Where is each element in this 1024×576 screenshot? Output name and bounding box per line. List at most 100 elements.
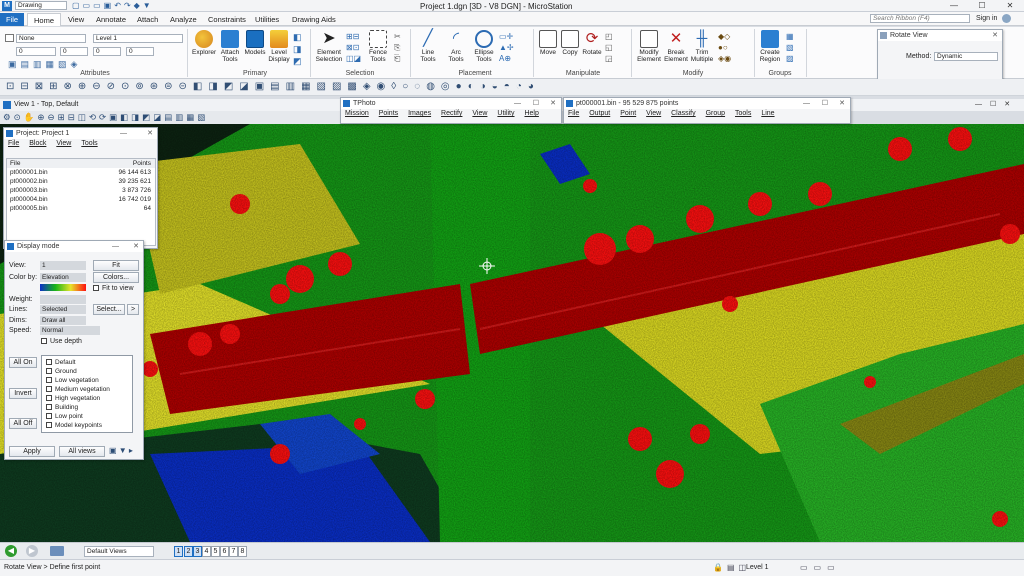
tab-analyze[interactable]: Analyze	[164, 13, 203, 26]
user-icon[interactable]	[1002, 14, 1011, 23]
back-icon[interactable]: ◀	[5, 545, 17, 557]
list-item[interactable]: High vegetation	[42, 394, 132, 403]
close-button[interactable]: ✕	[996, 0, 1024, 12]
all-views-button[interactable]: All views	[59, 446, 105, 457]
apply-button[interactable]: Apply	[9, 446, 55, 457]
list-item[interactable]: Medium vegetation	[42, 385, 132, 394]
view-control-icons[interactable]: ⚙⊙✋⊕⊖⊞⊟◫⟲⟳▣◧◨◩◪▤▥▦▧	[3, 112, 208, 123]
line-tools-button[interactable]: ╱ Line Tools	[415, 30, 441, 63]
trim-multiple-button[interactable]: ╫ Trim Multiple	[689, 30, 715, 63]
tab-view[interactable]: View	[62, 13, 90, 26]
tphoto-menu-rectify[interactable]: Rectify	[441, 110, 462, 117]
quick-access-icons[interactable]: ▢▭▭▣↶↷◆▼	[72, 1, 154, 10]
status-right-icons[interactable]: ▭▭▭	[800, 563, 841, 572]
pointcloud-close[interactable]: ✕	[839, 98, 845, 109]
pc-menu-classify[interactable]: Classify	[671, 110, 696, 117]
modify-element-button[interactable]: Modify Element	[634, 30, 664, 63]
tab-utilities[interactable]: Utilities	[249, 13, 285, 26]
status-level[interactable]: Level 1	[746, 564, 769, 571]
expand-button[interactable]: >	[127, 304, 139, 315]
tphoto-menu-mission[interactable]: Mission	[345, 110, 369, 117]
table-row[interactable]: pt000004.bin 16 742 019	[7, 195, 155, 204]
tab-home[interactable]: Home	[27, 13, 62, 26]
tphoto-menu-help[interactable]: Help	[524, 110, 538, 117]
fence-small-icons[interactable]: ✂ ⎘ ⎗	[394, 31, 401, 64]
tphoto-menu-view[interactable]: View	[472, 110, 487, 117]
tphoto-menu-points[interactable]: Points	[379, 110, 398, 117]
tab-attach[interactable]: Attach	[131, 13, 164, 26]
create-region-button[interactable]: Create Region	[757, 30, 783, 63]
ellipse-tools-button[interactable]: Ellipse Tools	[471, 30, 497, 63]
all-on-button[interactable]: All On	[9, 357, 37, 368]
line-weight-select[interactable]: 0	[93, 47, 121, 56]
break-element-button[interactable]: ✕ Break Element	[663, 30, 689, 63]
view-number-8[interactable]: 8	[238, 546, 247, 557]
tab-file[interactable]: File	[0, 13, 24, 26]
colors-button[interactable]: Colors...	[93, 272, 139, 283]
selection-small-icons[interactable]: ⊞⊟ ⊠⊡ ◫◪	[346, 31, 361, 64]
pc-menu-view[interactable]: View	[646, 110, 661, 117]
list-item[interactable]: Default	[42, 358, 132, 367]
explorer-button[interactable]: Explorer	[192, 30, 216, 56]
project-menu-block[interactable]: Block	[29, 140, 46, 147]
fit-to-view-checkbox[interactable]: Fit to view	[93, 285, 134, 292]
list-item[interactable]: Low vegetation	[42, 376, 132, 385]
project-menu-view[interactable]: View	[56, 140, 71, 147]
view-number-7[interactable]: 7	[229, 546, 238, 557]
views-folder-icon[interactable]	[50, 546, 64, 556]
minimize-button[interactable]: —	[940, 0, 968, 12]
search-ribbon-input[interactable]: Search Ribbon (F4)	[870, 14, 970, 23]
tab-drawing-aids[interactable]: Drawing Aids	[286, 13, 342, 26]
groups-small-icons[interactable]: ▦ ▧ ▨	[786, 31, 794, 64]
copy-button[interactable]: Copy	[560, 30, 580, 56]
view-toggle-icons[interactable]: ▣ ▼ ▸	[109, 446, 133, 455]
table-row[interactable]: pt000001.bin 96 144 613	[7, 168, 155, 177]
color-select[interactable]: None	[16, 34, 86, 43]
pointcloud-maximize[interactable]: ☐	[822, 98, 828, 109]
view-window-controls[interactable]: —☐✕	[975, 100, 1018, 108]
select-button[interactable]: Select...	[93, 304, 125, 315]
rotate-button[interactable]: ⟳ Rotate	[581, 30, 603, 56]
color-by-select[interactable]: Elevation	[40, 273, 86, 282]
weight-select[interactable]	[40, 295, 86, 304]
method-select[interactable]: Dynamic	[934, 52, 998, 61]
rotate-view-close[interactable]: ✕	[992, 30, 998, 41]
column-file[interactable]: File	[10, 159, 20, 168]
workflow-select[interactable]: Drawing	[15, 1, 67, 10]
list-item[interactable]: Ground	[42, 367, 132, 376]
tab-annotate[interactable]: Annotate	[90, 13, 132, 26]
tphoto-maximize[interactable]: ☐	[533, 98, 539, 109]
pc-menu-file[interactable]: File	[568, 110, 579, 117]
project-close[interactable]: ✕	[147, 128, 153, 139]
lines-select[interactable]: Selected	[40, 305, 86, 314]
attach-tools-button[interactable]: Attach Tools	[218, 30, 242, 63]
display-mode-close[interactable]: ✕	[133, 241, 139, 252]
maximize-button[interactable]: ☐	[968, 0, 996, 12]
table-row[interactable]: pt000002.bin 39 235 621	[7, 177, 155, 186]
models-button[interactable]: Models	[244, 30, 266, 56]
display-mode-minimize[interactable]: —	[112, 241, 119, 252]
project-minimize[interactable]: —	[120, 128, 127, 139]
view-number-5[interactable]: 5	[211, 546, 220, 557]
invert-button[interactable]: Invert	[9, 388, 37, 399]
fence-tools-button[interactable]: Fence Tools	[364, 30, 392, 63]
status-icons[interactable]: 🔒▤◫	[713, 563, 750, 572]
move-button[interactable]: Move	[537, 30, 559, 56]
project-menu-tools[interactable]: Tools	[81, 140, 97, 147]
speed-select[interactable]: Normal	[40, 326, 100, 335]
app-logo-icon[interactable]: M	[2, 1, 12, 11]
table-row[interactable]: pt000003.bin 3 873 726	[7, 186, 155, 195]
level-select[interactable]: Level 1	[93, 34, 183, 43]
view-number-4[interactable]: 4	[202, 546, 211, 557]
saved-views-select[interactable]: Default Views	[84, 546, 154, 557]
sign-in-link[interactable]: Sign in	[976, 15, 997, 22]
transparency-select[interactable]: 0	[126, 47, 154, 56]
project-menu-file[interactable]: File	[8, 140, 19, 147]
pc-menu-tools[interactable]: Tools	[735, 110, 751, 117]
pc-menu-line[interactable]: Line	[761, 110, 774, 117]
tphoto-minimize[interactable]: —	[514, 98, 521, 109]
list-item[interactable]: Low point	[42, 412, 132, 421]
fit-button[interactable]: Fit	[93, 260, 139, 271]
use-depth-checkbox[interactable]: Use depth	[41, 338, 82, 345]
attribute-icons[interactable]: ▣▤▥▦▧◈	[8, 59, 81, 70]
